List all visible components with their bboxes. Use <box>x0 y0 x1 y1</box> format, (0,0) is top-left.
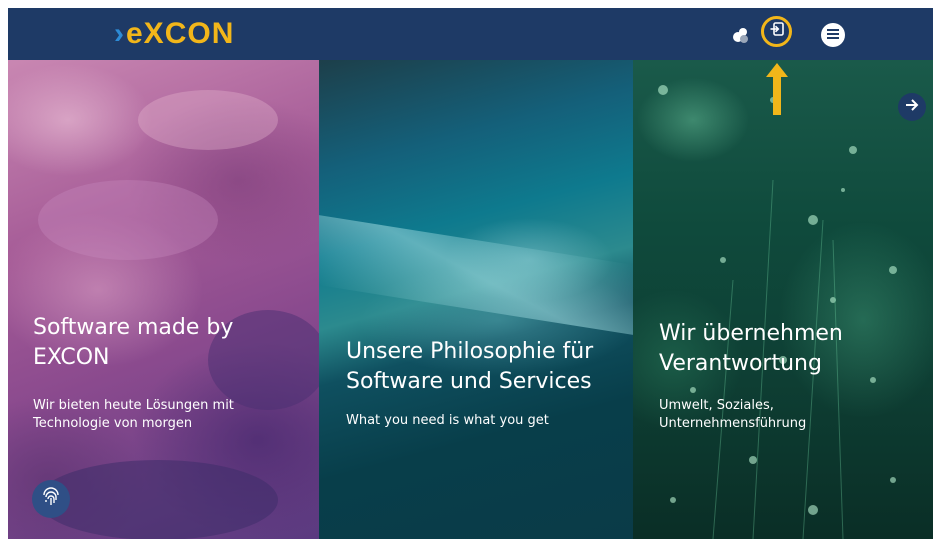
arrow-right-icon <box>905 98 919 116</box>
menu-button[interactable] <box>821 23 845 47</box>
panel-subtitle: Umwelt, Soziales, Unternehmensführung <box>659 398 807 431</box>
hero-panels: Software made by EXCON Wir bieten heute … <box>8 60 933 539</box>
panel-title: Wir übernehmen Verantwortung <box>659 321 843 376</box>
login-button[interactable] <box>761 16 792 47</box>
header-bar: ›eXCON <box>8 8 933 60</box>
menu-icon <box>827 26 839 44</box>
panel-subtitle: Wir bieten heute Lösungen mit Technologi… <box>33 398 234 431</box>
panel-philosophy[interactable]: Unsere Philosophie für Software und Serv… <box>319 60 633 539</box>
next-slide-button[interactable] <box>898 93 926 121</box>
panel-responsibility[interactable]: Wir übernehmen Verantwortung Umwelt, Soz… <box>633 60 933 539</box>
panel-subtitle: What you need is what you get <box>346 413 549 428</box>
logo-word: eXCON <box>126 17 235 50</box>
panel-title: Software made by EXCON <box>33 315 234 370</box>
fingerprint-button[interactable] <box>32 480 70 518</box>
dew-texture <box>658 85 897 539</box>
logo-chevron: › <box>114 17 125 50</box>
panel-title: Unsere Philosophie für Software und Serv… <box>346 339 594 394</box>
annotation-arrow-icon <box>766 63 788 115</box>
fingerprint-icon <box>40 486 62 513</box>
excon-logo[interactable]: ›eXCON <box>114 17 234 51</box>
panel-software[interactable]: Software made by EXCON Wir bieten heute … <box>8 60 319 539</box>
cloud-texture <box>38 90 319 539</box>
page-frame: ›eXCON Software made by EXCON Wir bieten… <box>8 8 933 539</box>
users-icon[interactable] <box>732 27 750 43</box>
login-icon <box>769 21 785 42</box>
